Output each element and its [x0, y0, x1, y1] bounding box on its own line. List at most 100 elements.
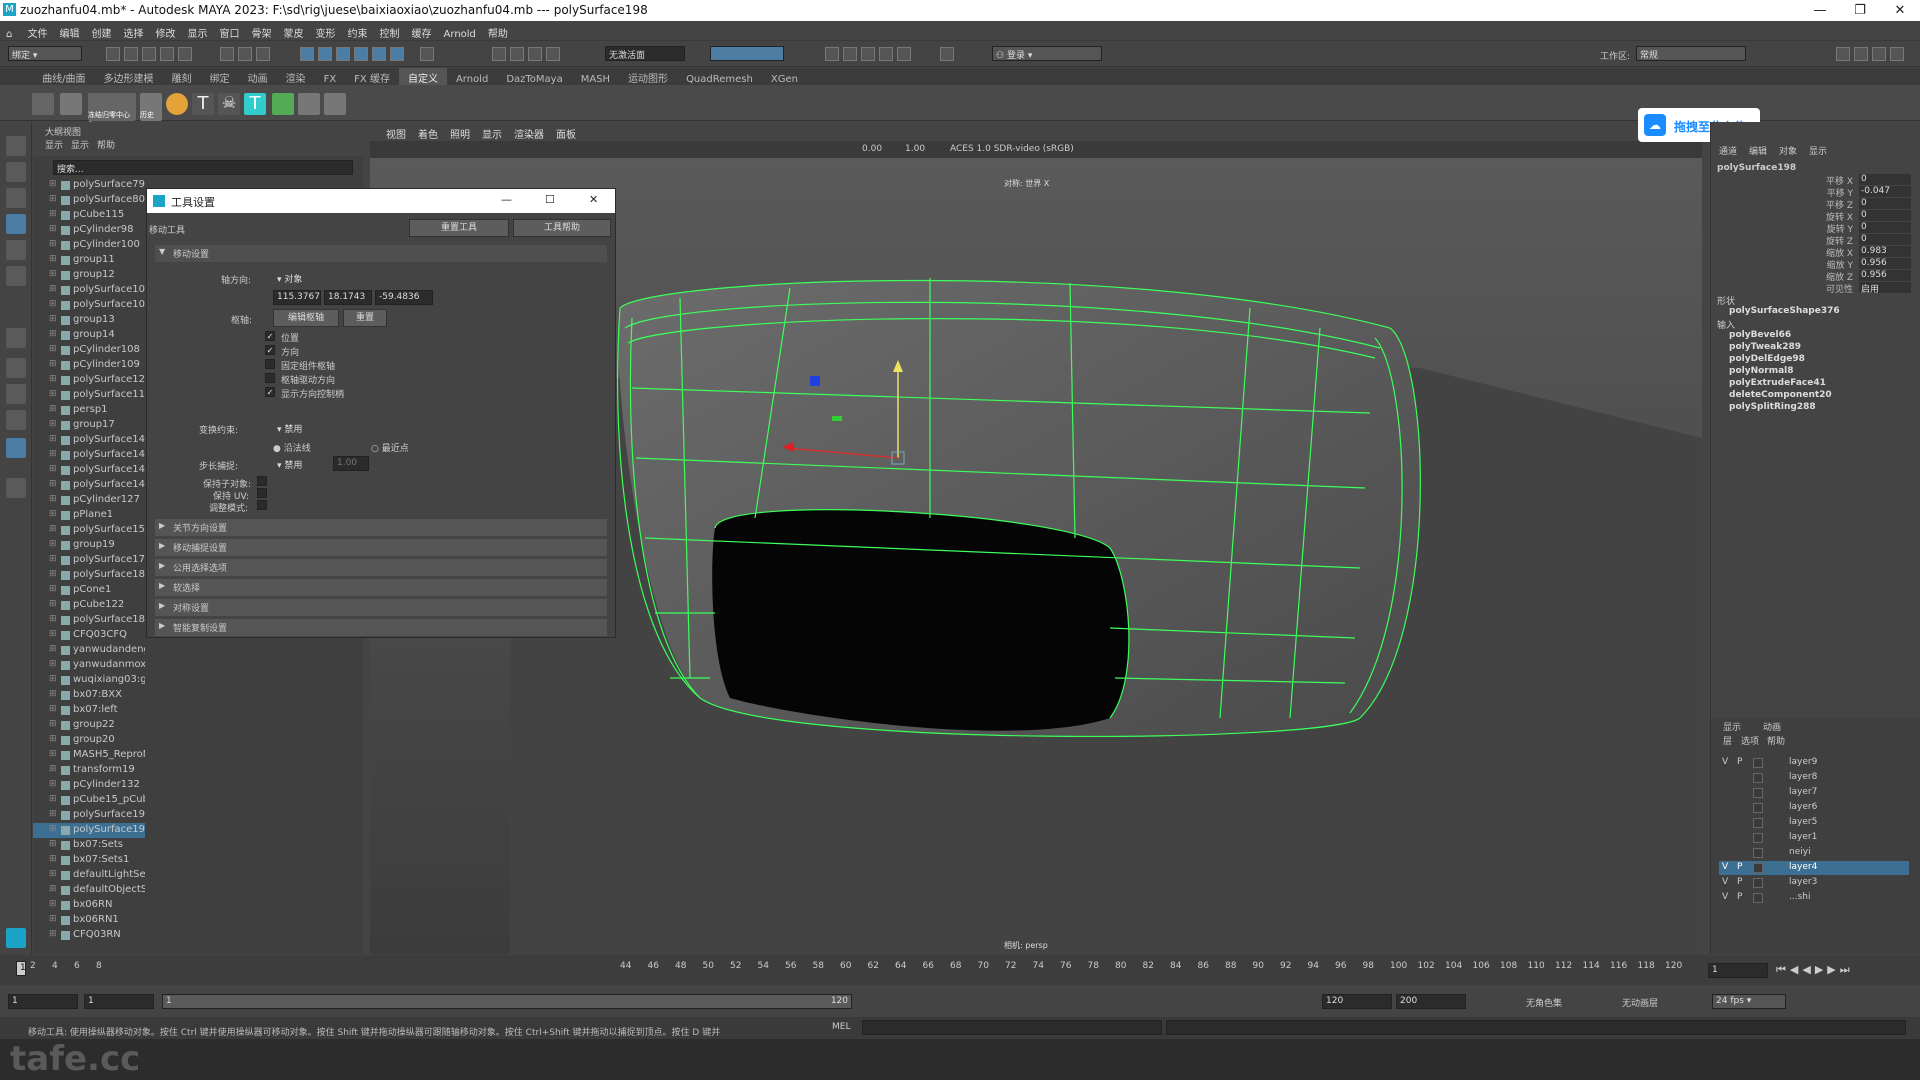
outliner-item[interactable]: ⊞ pCylinder98 — [33, 223, 145, 238]
expand-icon[interactable]: ⊞ — [49, 255, 57, 264]
expand-icon[interactable]: ⊞ — [49, 915, 57, 924]
playback-controls[interactable]: ⏮◀◀▶▶⏭ — [1776, 963, 1854, 977]
constraint-dropdown[interactable]: ▾ 禁用 — [273, 420, 363, 435]
expand-icon[interactable]: ⊞ — [49, 645, 57, 654]
channel-tab[interactable]: 编辑 — [1749, 144, 1767, 157]
outliner-item[interactable]: ⊞ polySurface140 — [33, 433, 145, 448]
channel-box-icon[interactable] — [1890, 47, 1904, 61]
viewport-num1[interactable]: 0.00 — [862, 144, 882, 154]
expand-icon[interactable]: ⊞ — [49, 570, 57, 579]
expand-icon[interactable]: ⊞ — [49, 360, 57, 369]
collapsed-section[interactable]: ▶ 移动捕捉设置 — [155, 539, 607, 556]
dialog-minimize-button[interactable]: — — [501, 193, 512, 206]
layer-color-swatch[interactable] — [1753, 848, 1763, 858]
snap-curve-icon[interactable] — [318, 47, 332, 61]
expand-icon[interactable]: ⊞ — [49, 390, 57, 399]
shelf-history-button[interactable]: 历史 — [140, 93, 162, 121]
expand-icon[interactable]: ⊞ — [49, 690, 57, 699]
outliner-item[interactable]: ⊞ defaultObjectSe — [33, 883, 145, 898]
expand-icon[interactable]: ⊞ — [49, 585, 57, 594]
layer-playback[interactable]: P — [1737, 757, 1742, 767]
layer-color-swatch[interactable] — [1753, 788, 1763, 798]
outliner-item[interactable]: ⊞ polySurface155 — [33, 523, 145, 538]
tweak-checkbox[interactable] — [257, 500, 267, 510]
tool-help-button[interactable]: 工具帮助 — [513, 219, 611, 237]
expand-icon[interactable]: ⊞ — [49, 450, 57, 459]
collapsed-section[interactable]: ▶ 对称设置 — [155, 599, 607, 616]
outliner-item[interactable]: ⊞ MASH5_ReproN — [33, 748, 145, 763]
outliner-item[interactable]: ⊞ group11 — [33, 253, 145, 268]
xform-field[interactable] — [710, 46, 784, 61]
outliner-item[interactable]: ⊞ pCube15_pCub — [33, 793, 145, 808]
shelf-green-icon[interactable] — [272, 93, 294, 115]
collapsed-section[interactable]: ▶ 公用选择选项 — [155, 559, 607, 576]
expand-icon[interactable]: ⊞ — [49, 795, 57, 804]
layer-row[interactable]: layer5 — [1719, 816, 1909, 830]
outliner-item[interactable]: ⊞ polySurface125 — [33, 373, 145, 388]
outliner-item[interactable]: ⊞ polySurface183 — [33, 568, 145, 583]
lock-icon[interactable] — [420, 47, 434, 61]
dialog-titlebar[interactable]: 工具设置 — ☐ ✕ — [147, 189, 615, 213]
expand-icon[interactable]: ⊞ — [49, 465, 57, 474]
collapsed-section[interactable]: ▶ 关节方向设置 — [155, 519, 607, 536]
shelf-brush-icon[interactable] — [298, 93, 320, 115]
close-button[interactable]: ✕ — [1880, 0, 1920, 21]
outliner-item[interactable]: ⊞ group20 — [33, 733, 145, 748]
charset-dropdown[interactable]: 无角色集 — [1526, 996, 1562, 1009]
outliner-item[interactable]: ⊞ persp1 — [33, 403, 145, 418]
snap-surface-icon[interactable] — [354, 47, 368, 61]
option-checkbox[interactable]: ✓ — [265, 387, 275, 397]
shelf-freeze-button[interactable]: 冻结归零中心和 — [88, 93, 136, 129]
search-icon[interactable] — [6, 478, 26, 498]
shelf-tool-icon[interactable] — [60, 93, 82, 115]
layer-menu-help[interactable]: 帮助 — [1767, 734, 1785, 747]
expand-icon[interactable]: ⊞ — [49, 195, 57, 204]
keep-uv-checkbox[interactable] — [257, 488, 267, 498]
outliner-item[interactable]: ⊞ transform19 — [33, 763, 145, 778]
range-slider-bar[interactable]: 1 120 — [162, 994, 852, 1009]
expand-icon[interactable]: ⊞ — [49, 870, 57, 879]
pause-icon[interactable] — [940, 47, 954, 61]
channel-tab[interactable]: 通道 — [1719, 144, 1737, 157]
attribute-value[interactable]: 0 — [1859, 210, 1911, 221]
expand-icon[interactable]: ⊞ — [49, 480, 57, 489]
expand-icon[interactable]: ⊞ — [49, 885, 57, 894]
layer-color-swatch[interactable] — [1753, 773, 1763, 783]
expand-icon[interactable]: ⊞ — [49, 225, 57, 234]
render-icon[interactable] — [510, 47, 524, 61]
keep-children-checkbox[interactable] — [257, 476, 267, 486]
scale-tool-icon[interactable] — [6, 266, 26, 286]
expand-icon[interactable]: ⊞ — [49, 300, 57, 309]
edit-pivot-button[interactable]: 编辑枢轴 — [273, 309, 339, 327]
outliner-item[interactable]: ⊞ group13 — [33, 313, 145, 328]
workspace-dropdown[interactable]: 常规 — [1636, 46, 1746, 61]
expand-icon[interactable]: ⊞ — [49, 750, 57, 759]
input-node[interactable]: polyNormal8 — [1729, 366, 1794, 376]
time-slider[interactable]: 1 2468 44 46 48 50 52 54 56 58 60 62 64 66 68 70 72 74 7… — [0, 955, 1920, 985]
channel-tab[interactable]: 对象 — [1779, 144, 1797, 157]
radio-nearest[interactable]: ○ 最近点 — [371, 441, 409, 454]
input-node[interactable]: polySplitRing288 — [1729, 402, 1816, 412]
expand-icon[interactable]: ⊞ — [49, 420, 57, 429]
outliner-item[interactable]: ⊞ CFQ03RN — [33, 928, 145, 943]
outliner-item[interactable]: ⊞ bx06RN — [33, 898, 145, 913]
step-dropdown[interactable]: ▾ 禁用 — [273, 456, 329, 471]
radio-normal[interactable]: ● 沿法线 — [273, 441, 311, 454]
rotate-tool-icon[interactable] — [6, 240, 26, 260]
outliner-item[interactable]: ⊞ bx07:left — [33, 703, 145, 718]
expand-icon[interactable]: ⊞ — [49, 810, 57, 819]
current-frame-field[interactable]: 1 — [1708, 963, 1768, 978]
snap-grid-icon[interactable] — [300, 47, 314, 61]
expand-icon[interactable]: ⊞ — [49, 525, 57, 534]
layer-row[interactable]: layer8 — [1719, 771, 1909, 785]
coord-y-field[interactable]: 18.1743 — [324, 290, 372, 305]
expand-icon[interactable]: ⊞ — [49, 630, 57, 639]
layer-tab-display[interactable]: 显示 — [1723, 720, 1741, 733]
expand-icon[interactable]: ⊞ — [49, 780, 57, 789]
input-node[interactable]: polyDelEdge98 — [1729, 354, 1805, 364]
expand-icon[interactable]: ⊞ — [49, 840, 57, 849]
attribute-value[interactable]: 0 — [1859, 174, 1911, 185]
layer-row[interactable]: layer7 — [1719, 786, 1909, 800]
layer-row[interactable]: layer1 — [1719, 831, 1909, 845]
outliner-item[interactable]: ⊞ polySurface196 — [33, 808, 145, 823]
